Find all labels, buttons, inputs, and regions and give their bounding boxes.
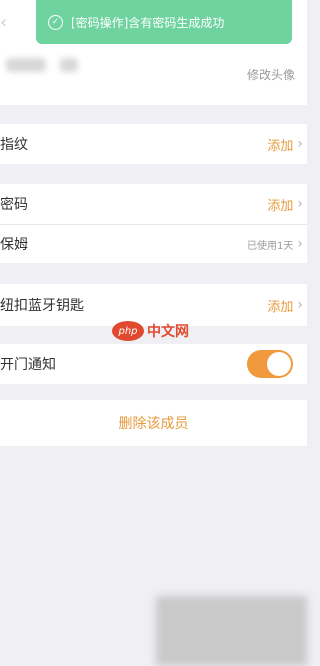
- password-row[interactable]: 密码 添加 ›: [0, 184, 307, 224]
- delete-member-label: 删除该成员: [118, 416, 189, 432]
- fingerprint-row[interactable]: 指纹 添加 ›: [0, 124, 307, 164]
- door-notify-toggle[interactable]: [247, 350, 293, 378]
- password-label: 密码: [0, 197, 28, 213]
- door-notify-row: 开门通知: [0, 344, 307, 384]
- watermark-text: 中文网: [147, 324, 189, 340]
- site-watermark: php 中文网: [112, 321, 189, 341]
- fingerprint-add-link[interactable]: 添加: [267, 135, 293, 154]
- nanny-status: 已使用1天: [247, 240, 294, 252]
- nanny-label: 保姆: [0, 237, 28, 253]
- chevron-right-icon: ›: [297, 196, 303, 212]
- php-logo-icon: php: [112, 321, 144, 341]
- bluetooth-key-add-link[interactable]: 添加: [267, 296, 293, 315]
- back-arrow-icon[interactable]: ‹: [0, 12, 7, 33]
- blurred-region: [156, 596, 307, 666]
- success-toast: ✓ [密码操作]含有密码生成成功: [36, 0, 292, 44]
- password-add-link[interactable]: 添加: [267, 195, 293, 214]
- chevron-right-icon: ›: [297, 136, 303, 152]
- nanny-row[interactable]: 保姆 已使用1天 ›: [0, 225, 307, 263]
- bluetooth-key-row[interactable]: 纽扣蓝牙钥匙 添加 ›: [0, 284, 307, 326]
- blurred-detail: [60, 58, 78, 72]
- blurred-name: [6, 58, 46, 72]
- toast-message: [密码操作]含有密码生成成功: [71, 15, 225, 30]
- edit-avatar-link[interactable]: 修改头像: [247, 66, 295, 83]
- fingerprint-label: 指纹: [0, 137, 28, 153]
- bluetooth-key-label: 纽扣蓝牙钥匙: [0, 298, 84, 314]
- toggle-knob: [267, 352, 291, 376]
- delete-member-button[interactable]: 删除该成员: [0, 400, 307, 446]
- chevron-right-icon: ›: [297, 297, 303, 313]
- check-circle-icon: ✓: [48, 14, 63, 30]
- chevron-right-icon: ›: [297, 236, 303, 252]
- door-notify-label: 开门通知: [0, 357, 56, 373]
